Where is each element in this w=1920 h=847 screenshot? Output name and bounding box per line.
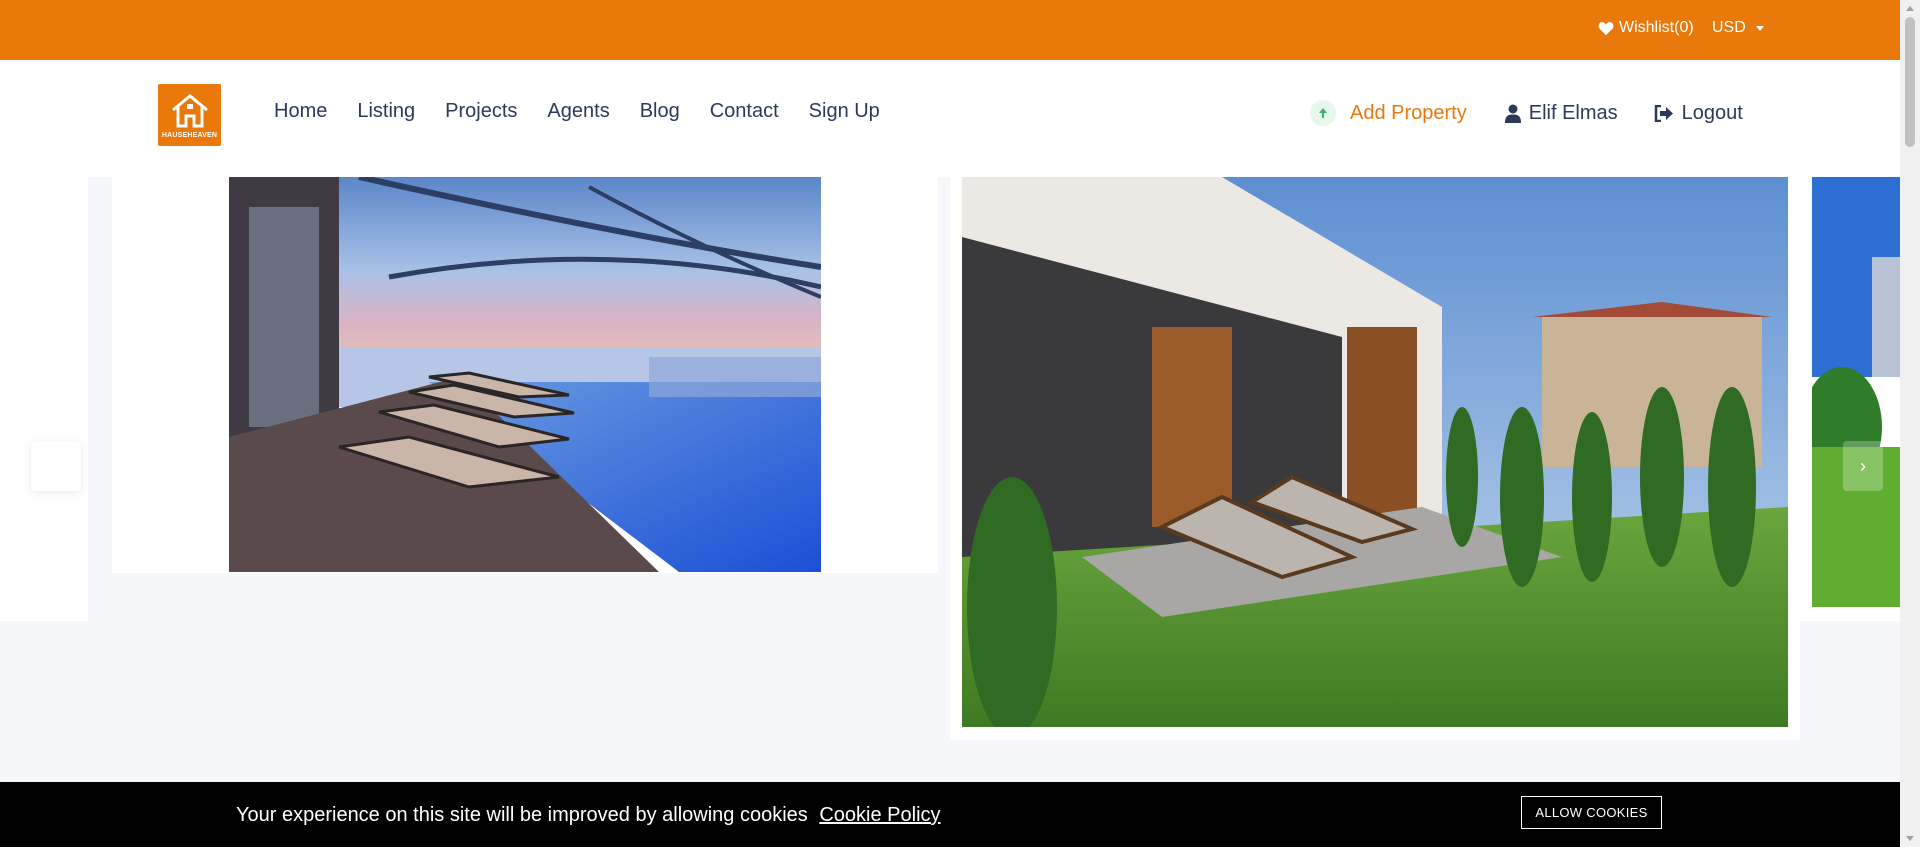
chevron-down-icon [1755, 25, 1764, 31]
scroll-down-icon[interactable] [1906, 836, 1914, 841]
slide-card-footer [100, 585, 950, 741]
cookie-banner: Your experience on this site will be imp… [0, 782, 1900, 847]
scrollbar-thumb[interactable] [1905, 17, 1915, 147]
cookie-message: Your experience on this site will be imp… [236, 804, 808, 826]
page-scrollbar[interactable] [1900, 0, 1920, 847]
top-bar: Wishlist(0) USD [0, 0, 1900, 60]
add-property-label: Add Property [1350, 101, 1467, 124]
wishlist-label: Wishlist(0) [1619, 19, 1694, 36]
nav-sign-up[interactable]: Sign Up [809, 100, 880, 123]
allow-cookies-button[interactable]: ALLOW COOKIES [1521, 796, 1662, 829]
next-property-image[interactable] [1812, 177, 1900, 607]
main-header: HAUSEHEAVEN Home Listing Projects Agents… [0, 60, 1900, 177]
main-nav: Home Listing Projects Agents Blog Contac… [274, 100, 910, 123]
user-icon [1504, 104, 1521, 123]
slider-prev-button[interactable] [31, 441, 81, 491]
rooftop-pool-image[interactable] [229, 177, 821, 572]
cookie-policy-link[interactable]: Cookie Policy [819, 804, 940, 826]
logout-label: Logout [1681, 101, 1743, 124]
user-nav: Add Property Elif Elmas Logout [1310, 100, 1743, 126]
house-logo-icon [171, 93, 208, 127]
slide-prev-panel [0, 177, 88, 621]
heart-icon [1598, 21, 1614, 35]
user-name: Elif Elmas [1528, 101, 1618, 124]
cookie-message-container: Your experience on this site will be imp… [236, 804, 941, 827]
nav-contact[interactable]: Contact [710, 100, 779, 123]
scroll-up-icon[interactable] [1906, 6, 1914, 11]
property-slider: › [0, 177, 1900, 741]
villa-terrace-image[interactable] [962, 177, 1788, 727]
site-logo[interactable]: HAUSEHEAVEN [158, 84, 221, 146]
nav-blog[interactable]: Blog [640, 100, 680, 123]
nav-home[interactable]: Home [274, 100, 327, 123]
nav-listing[interactable]: Listing [357, 100, 415, 123]
nav-agents[interactable]: Agents [547, 100, 609, 123]
user-profile-link[interactable]: Elif Elmas [1504, 101, 1618, 125]
logout-icon [1654, 104, 1673, 122]
add-property-button[interactable]: Add Property [1310, 100, 1467, 126]
logo-text: HAUSEHEAVEN [161, 131, 218, 139]
nav-projects[interactable]: Projects [445, 100, 517, 123]
slider-next-button[interactable]: › [1843, 441, 1883, 491]
currency-dropdown[interactable]: USD [1712, 19, 1764, 37]
wishlist-link[interactable]: Wishlist(0) [1598, 19, 1694, 37]
logout-button[interactable]: Logout [1654, 102, 1743, 125]
chevron-right-icon: › [1860, 455, 1866, 476]
upload-icon [1310, 100, 1336, 126]
currency-label: USD [1712, 19, 1746, 36]
